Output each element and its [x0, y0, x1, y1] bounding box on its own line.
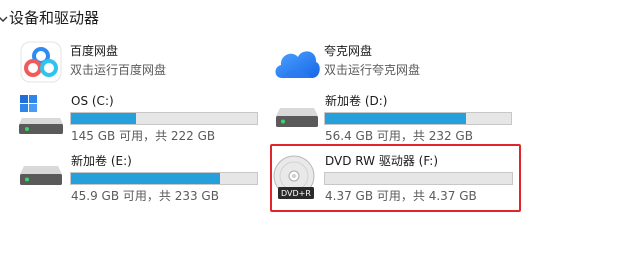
drive-free-space: 145 GB 可用，共 222 GB	[71, 129, 216, 143]
drive-d-tile[interactable]: 新加卷 (D:) 56.4 GB 可用，共 232 GB	[270, 92, 520, 143]
item-subtitle: 双击运行夸克网盘	[324, 63, 421, 77]
usage-bar	[324, 112, 512, 125]
hard-drive-icon	[276, 108, 318, 127]
drive-free-space: 56.4 GB 可用，共 232 GB	[325, 129, 473, 143]
baidu-netdisk-tile[interactable]: 百度网盘 双击运行百度网盘	[16, 40, 266, 84]
item-subtitle: 双击运行百度网盘	[70, 63, 167, 77]
usage-bar-fill	[71, 173, 220, 184]
drive-name: OS (C:)	[71, 94, 114, 108]
windows-drive-icon	[19, 95, 63, 134]
drive-e-tile[interactable]: 新加卷 (E:) 45.9 GB 可用，共 233 GB	[16, 152, 266, 203]
quark-cloud-icon	[275, 51, 320, 78]
drive-c-tile[interactable]: OS (C:) 145 GB 可用，共 222 GB	[16, 92, 266, 143]
usage-bar-fill	[71, 113, 137, 124]
section-title: 设备和驱动器	[9, 9, 100, 27]
drive-free-space: 45.9 GB 可用，共 233 GB	[71, 189, 219, 203]
item-name: 百度网盘	[70, 44, 119, 58]
selection-highlight	[270, 144, 521, 212]
usage-bar	[70, 112, 258, 125]
chevron-down-icon[interactable]	[0, 14, 8, 24]
drive-name: 新加卷 (E:)	[71, 154, 132, 168]
usage-bar	[70, 172, 258, 185]
section-header[interactable]: 设备和驱动器	[0, 0, 632, 36]
item-name: 夸克网盘	[324, 44, 373, 58]
drive-name: 新加卷 (D:)	[325, 94, 388, 108]
quark-cloud-tile[interactable]: 夸克网盘 双击运行夸克网盘	[270, 40, 520, 84]
baidu-netdisk-icon	[20, 41, 62, 83]
hard-drive-icon	[20, 166, 62, 185]
usage-bar-fill	[325, 113, 467, 124]
